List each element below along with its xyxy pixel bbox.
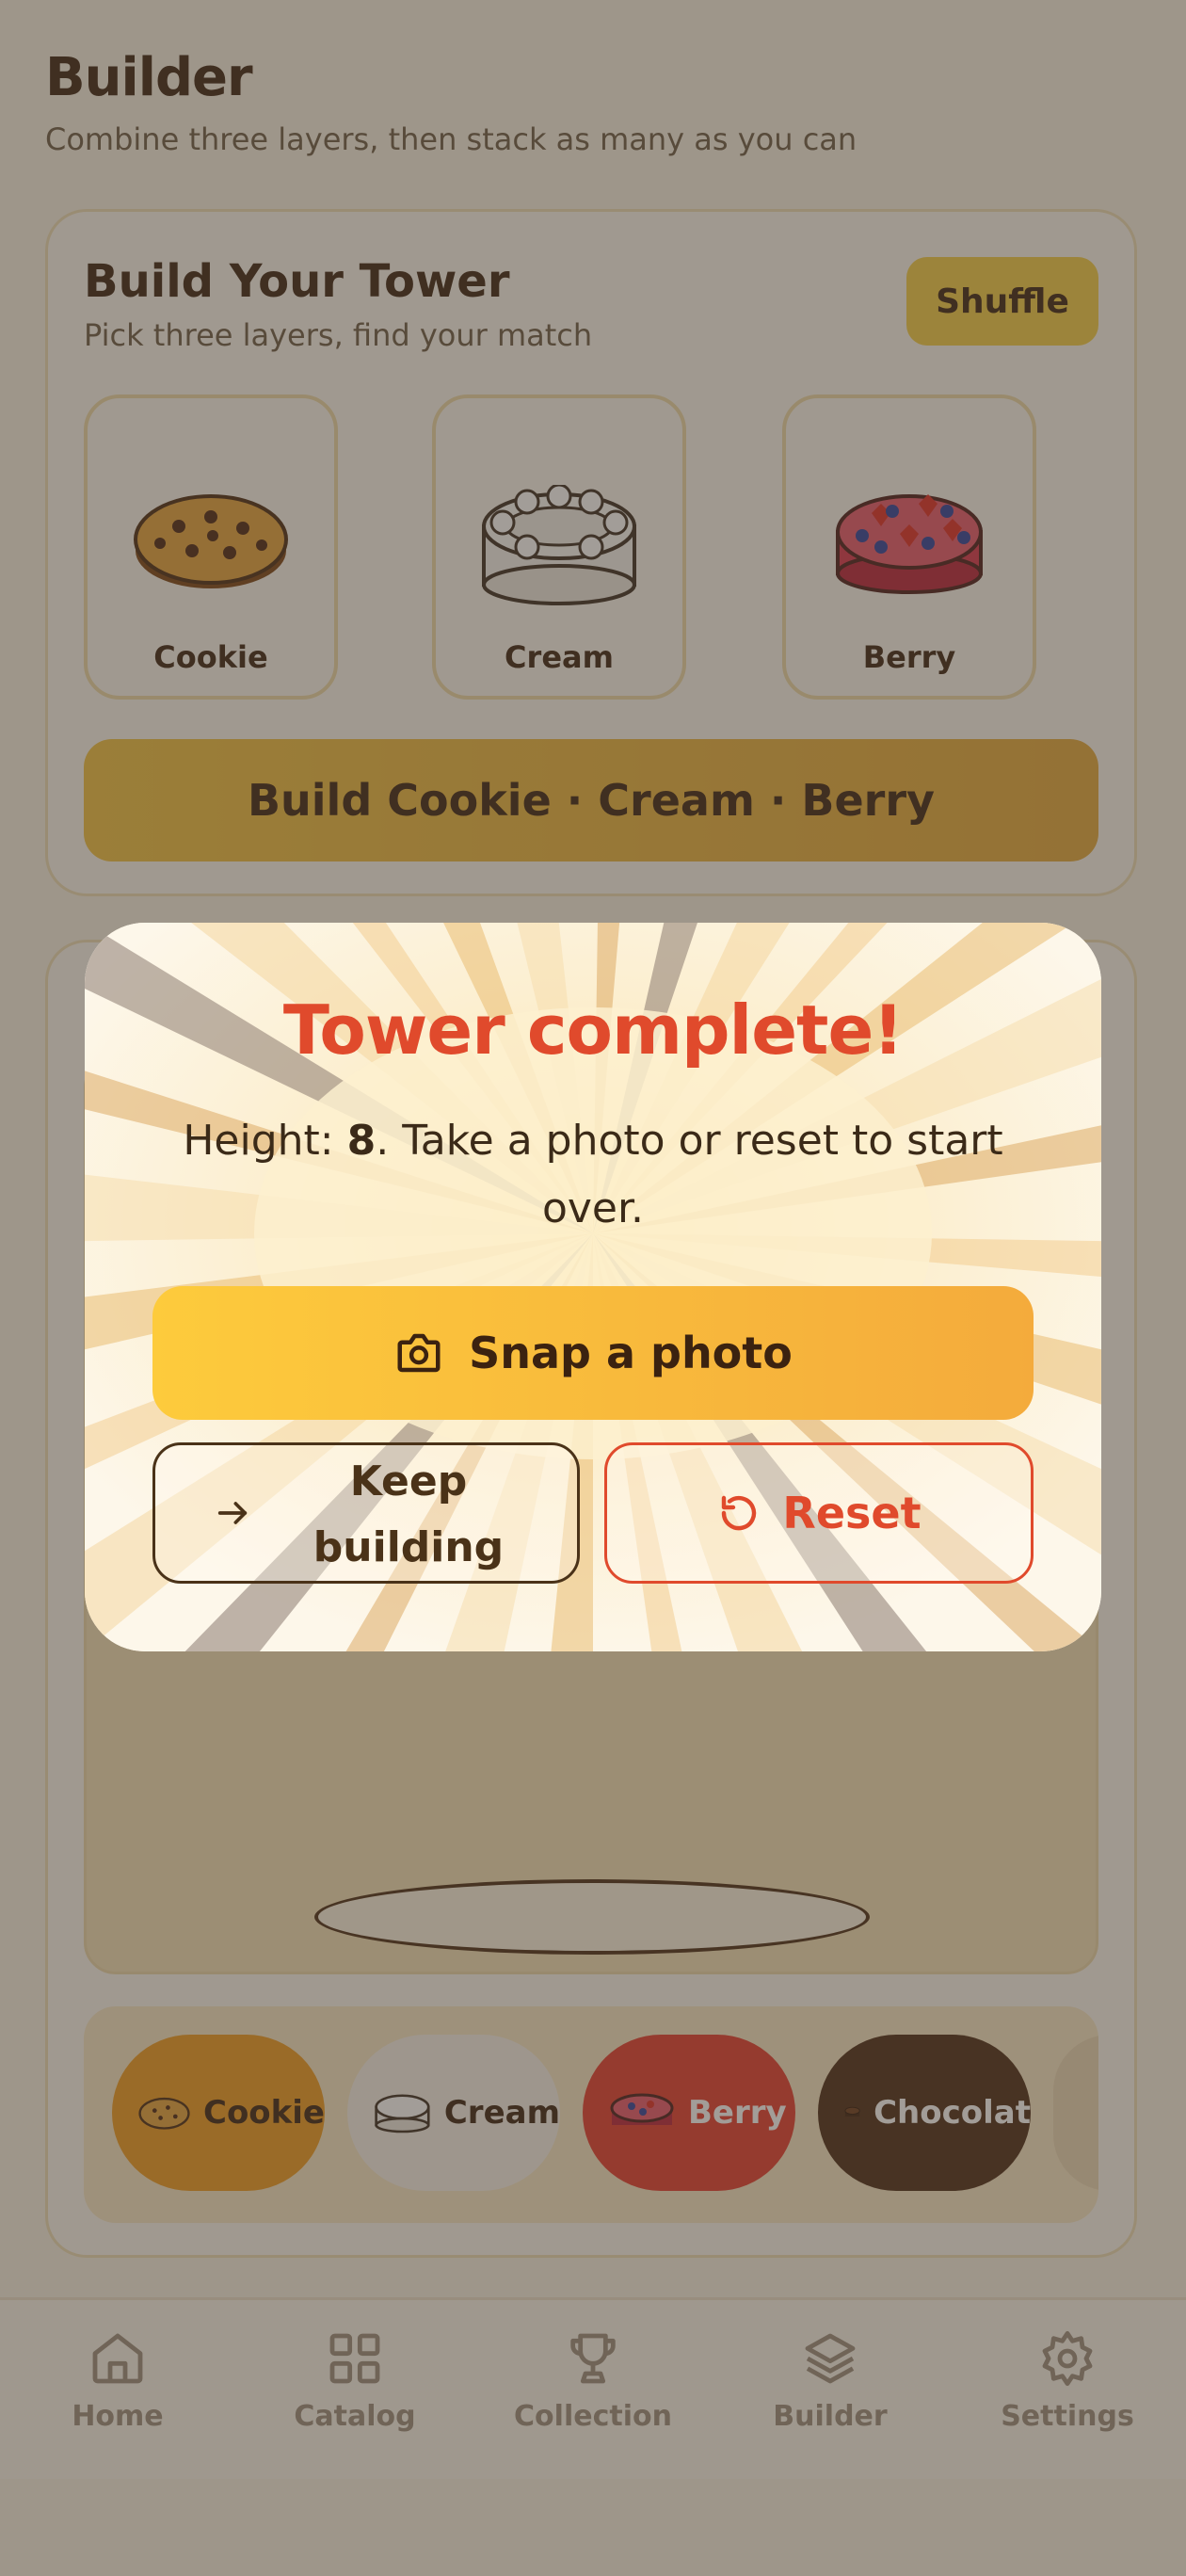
tower-complete-dialog: Tower complete! Height: 8. Take a photo … [85,923,1101,1651]
dialog-title: Tower complete! [282,990,904,1070]
dialog-message: Height: 8. Take a photo or reset to star… [183,1117,1003,1232]
reset-icon [722,1495,757,1531]
snap-photo-label: Snap a photo [469,1328,793,1378]
camera-icon [397,1333,441,1373]
reset-button[interactable]: Reset [604,1442,1034,1584]
keep-building-button[interactable]: Keep building [152,1442,580,1584]
reset-label: Reset [782,1488,922,1538]
keep-building-label: Keep building [313,1457,505,1571]
tower-height-value: 8 [346,1117,377,1165]
snap-photo-button[interactable]: Snap a photo [152,1286,1034,1420]
arrow-right-icon [217,1502,248,1524]
